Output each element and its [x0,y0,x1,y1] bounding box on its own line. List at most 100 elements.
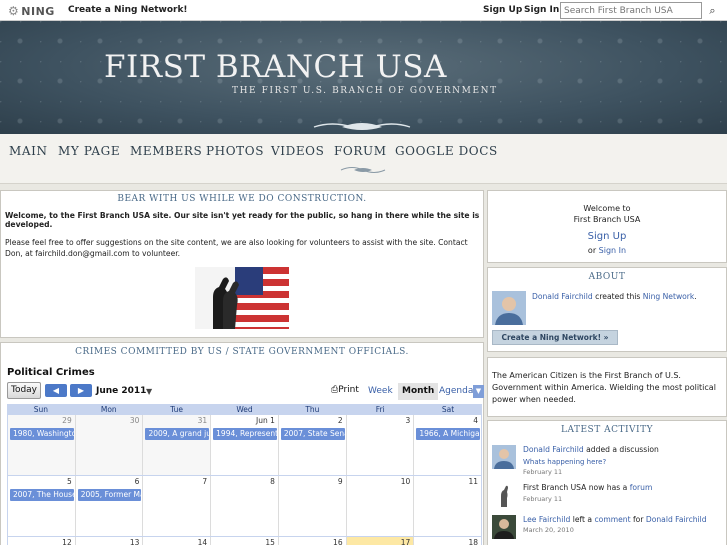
discussion-link[interactable]: Whats happening here? [523,458,606,466]
calendar-event[interactable]: 1994, Represente [213,428,277,440]
nav-flourish-icon [340,167,386,173]
calendar-event[interactable]: 1966, A Michigan [416,428,481,440]
comment-link[interactable]: comment [595,515,631,524]
day-number: 2 [337,416,343,425]
calendar-event[interactable]: 2007, The House [10,489,74,501]
panel-title: BEAR WITH US WHILE WE DO CONSTRUCTION. [117,194,367,204]
month-label[interactable]: June 2011 [96,386,146,396]
chevron-down-icon[interactable]: ▼ [146,387,152,396]
day-number: 6 [134,477,140,486]
sign-in-link[interactable]: Sign In [524,5,559,15]
nav-members[interactable]: MEMBERS [130,144,202,158]
print-label: Print [338,385,359,395]
about-user-link[interactable]: Donald Fairchild [532,292,593,301]
day-number: 9 [337,477,343,486]
activity-text: First Branch USA now has a forum [523,483,652,492]
welcome-line: Welcome to [583,204,631,213]
calendar-day-cell[interactable]: 15 [210,537,278,545]
avatar[interactable] [492,291,526,325]
calendar-day-cell[interactable]: 13 [74,537,143,545]
calendar-day-cell[interactable]: 29 1980, Washington [7,415,75,475]
avatar[interactable] [492,515,516,539]
sign-up-link[interactable]: Sign Up [483,5,522,15]
site-banner: FIRST BRANCH USA THE FIRST U.S. BRANCH O… [0,21,727,134]
calendar-day-cell[interactable]: 11 [413,476,483,536]
day-number: 8 [270,477,275,486]
calendar-day-cell[interactable]: 30 [74,415,143,475]
sidebar-sign-in-link[interactable]: Sign In [599,246,626,255]
calendar-day-cell[interactable]: 31 2009, A grand jur [142,415,211,475]
calendar-event[interactable]: 2005, Former Ma [77,489,142,501]
calendar-day-cell[interactable]: 17 [345,537,414,545]
activity-item: Donald Fairchild added a discussion What… [492,443,724,476]
activity-action: added a discussion [586,445,659,454]
ning-logo[interactable]: ⚙ NING [8,4,55,18]
dow-label: Thu [305,405,320,414]
agenda-dropdown-icon[interactable]: ▼ [473,385,484,398]
prev-month-icon[interactable]: ◀ [45,384,67,397]
calendar-day-cell[interactable]: 2 2007, State Senat [277,415,346,475]
panel-title: LATEST ACTIVITY [560,425,654,435]
calendar-day-cell[interactable]: 4 1966, A Michigan [413,415,483,475]
calendar-day-cell[interactable]: 18 [413,537,483,545]
activity-item: First Branch USA now has a forum Februar… [492,481,724,511]
sidebar-sign-up-link[interactable]: Sign Up [488,231,726,242]
ning-gear-icon: ⚙ [8,4,20,18]
calendar-day-cell[interactable]: 6 2005, Former Ma [74,476,143,536]
day-number: 31 [197,416,208,425]
next-month-icon[interactable]: ▶ [70,384,92,397]
calendar-day-cell[interactable]: 9 [277,476,346,536]
nav-forum[interactable]: FORUM [334,144,387,158]
nav-main[interactable]: MAIN [9,144,48,158]
forum-link[interactable]: forum [630,483,653,492]
calendar-day-cell[interactable]: Jun 1 1994, Represente [210,415,278,475]
ning-logo-text: NING [21,5,55,18]
sidebar-sign-in-row: or Sign In [488,246,726,255]
calendar-day-cell[interactable]: 7 [142,476,210,536]
search-input[interactable] [560,2,702,19]
activity-for-text: for [633,515,644,524]
month-view-tab[interactable]: Month [398,383,439,400]
calendar-day-cell[interactable]: 12 [7,537,75,545]
agenda-view-tab[interactable]: Agenda [435,383,477,400]
search-icon[interactable]: ⌕ [705,3,720,18]
create-ning-network-button[interactable]: Create a Ning Network! » [492,330,618,345]
calendar-day-cell[interactable]: 8 [210,476,278,536]
calendar-event[interactable]: 2007, State Senat [280,428,345,440]
day-number: 3 [405,416,411,425]
calendar-day-cell[interactable]: 5 2007, The House [7,476,75,536]
calendar-day-cell[interactable]: 16 [277,537,346,545]
ning-network-link[interactable]: Ning Network [643,292,695,301]
week-view-tab[interactable]: Week [364,383,397,400]
calendar-day-cell[interactable]: 3 [345,415,414,475]
sidebar-welcome-box: Welcome to First Branch USA Sign Up or S… [487,190,727,263]
activity-actor-link[interactable]: Donald Fairchild [523,445,584,454]
site-title[interactable]: FIRST BRANCH USA [104,49,447,85]
calendar-day-cell[interactable]: 10 [345,476,414,536]
welcome-site-name: First Branch USA [573,215,641,224]
calendar-day-cell[interactable]: 14 [142,537,210,545]
nav-photos[interactable]: PHOTOS [206,144,264,158]
activity-text: Lee Fairchild left a comment for Donald … [523,515,707,524]
today-button[interactable]: Today [7,382,41,399]
construction-notice-panel: BEAR WITH US WHILE WE DO CONSTRUCTION. W… [0,190,484,338]
nav-videos[interactable]: VIDEOS [271,144,324,158]
activity-text: Donald Fairchild added a discussion [523,445,659,454]
dow-label: Wed [236,405,253,414]
nav-my-page[interactable]: MY PAGE [58,144,120,158]
calendar-event[interactable]: 1980, Washington [10,428,74,440]
print-button[interactable]: ⎙Print [331,385,359,395]
panel-title: ABOUT [588,272,626,282]
latest-activity-panel: LATEST ACTIVITY Donald Fairchild added a… [487,420,727,545]
calendar-week-row: 5 2007, The House 6 2005, Former Ma 7 8 9 10 11 [7,476,483,537]
activity-date: March 20, 2010 [523,526,574,534]
day-number: 15 [265,538,275,545]
activity-target-user-link[interactable]: Donald Fairchild [646,515,707,524]
calendar-event[interactable]: 2009, A grand jur [145,428,210,440]
create-ning-network-link[interactable]: Create a Ning Network! [68,5,188,15]
nav-google-docs[interactable]: GOOGLE DOCS [395,144,498,158]
calendar-title: Political Crimes [7,367,95,378]
activity-date: February 11 [523,495,563,503]
avatar[interactable] [492,445,516,469]
activity-actor-link[interactable]: Lee Fairchild [523,515,570,524]
